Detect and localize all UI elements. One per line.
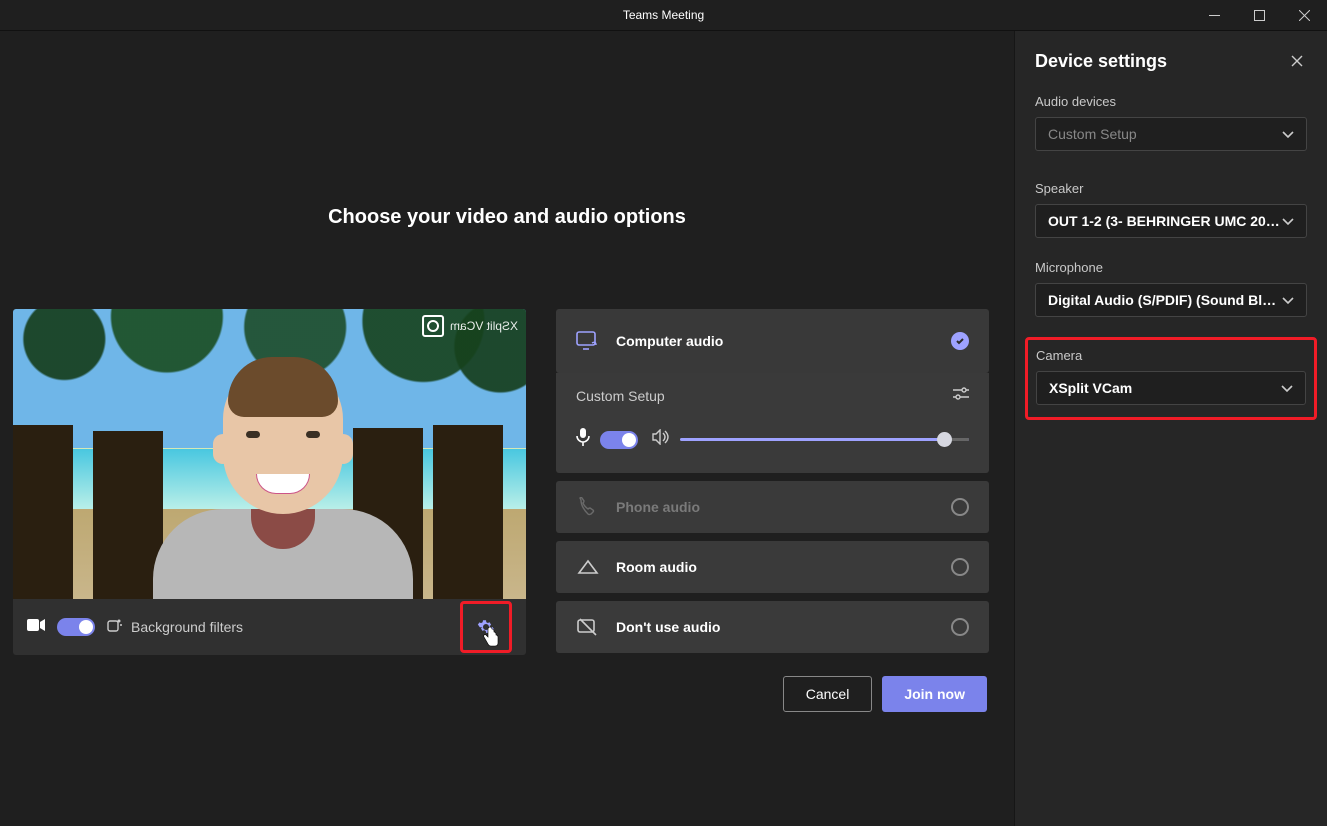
radio-unchecked[interactable]	[951, 618, 969, 636]
camera-toggle[interactable]	[57, 618, 95, 636]
video-icon	[27, 618, 45, 637]
join-now-button[interactable]: Join now	[882, 676, 987, 712]
page-heading: Choose your video and audio options	[0, 206, 1014, 229]
chevron-down-icon	[1282, 213, 1294, 229]
camera-aperture-icon	[422, 315, 444, 337]
settings-title: Device settings	[1035, 51, 1167, 72]
device-settings-panel: Device settings Audio devices Custom Set…	[1014, 31, 1327, 826]
camera-label: Camera	[1036, 348, 1306, 363]
preview-toolbar: Background filters	[13, 599, 526, 655]
option-room-audio[interactable]: Room audio	[556, 541, 989, 593]
mic-icon	[576, 428, 590, 451]
audio-devices-select[interactable]: Custom Setup	[1035, 117, 1307, 151]
prejoin-main: Choose your video and audio options	[0, 31, 1014, 826]
speaker-icon	[652, 429, 670, 450]
selected-check-icon	[951, 332, 969, 350]
microphone-select[interactable]: Digital Audio (S/PDIF) (Sound Bl…	[1035, 283, 1307, 317]
sliders-icon[interactable]	[953, 387, 969, 404]
chevron-down-icon	[1281, 380, 1293, 396]
audio-devices-label: Audio devices	[1035, 94, 1307, 109]
close-icon[interactable]	[1291, 51, 1307, 72]
sparkle-icon	[107, 618, 123, 637]
computer-audio-icon	[576, 331, 600, 351]
mic-toggle[interactable]	[600, 431, 638, 449]
radio-unchecked	[951, 498, 969, 516]
chevron-down-icon	[1282, 126, 1294, 142]
camera-highlight-box: Camera XSplit VCam	[1025, 337, 1317, 420]
radio-unchecked[interactable]	[951, 558, 969, 576]
gear-icon	[477, 618, 495, 636]
phone-icon	[576, 497, 600, 517]
option-computer-audio[interactable]: Computer audio	[556, 309, 989, 373]
device-settings-button[interactable]	[460, 601, 512, 653]
chevron-down-icon	[1282, 292, 1294, 308]
window-close-button[interactable]	[1282, 0, 1327, 31]
audio-setup-name: Custom Setup	[576, 388, 665, 404]
window-title: Teams Meeting	[623, 8, 704, 22]
room-icon	[576, 559, 600, 575]
computer-audio-subpanel: Custom Setup	[556, 373, 989, 473]
microphone-label: Microphone	[1035, 260, 1307, 275]
video-preview: XSplit VCam	[13, 309, 526, 599]
cancel-button[interactable]: Cancel	[783, 676, 873, 712]
speaker-select[interactable]: OUT 1-2 (3- BEHRINGER UMC 20…	[1035, 204, 1307, 238]
camera-select[interactable]: XSplit VCam	[1036, 371, 1306, 405]
titlebar: Teams Meeting	[0, 0, 1327, 31]
window-maximize-button[interactable]	[1237, 0, 1282, 31]
speaker-label: Speaker	[1035, 181, 1307, 196]
mute-icon	[576, 618, 600, 636]
volume-slider[interactable]	[680, 438, 969, 441]
background-filters-button[interactable]: Background filters	[107, 618, 243, 637]
option-no-audio[interactable]: Don't use audio	[556, 601, 989, 653]
camera-watermark: XSplit VCam	[422, 315, 518, 337]
window-minimize-button[interactable]	[1192, 0, 1237, 31]
option-phone-audio: Phone audio	[556, 481, 989, 533]
